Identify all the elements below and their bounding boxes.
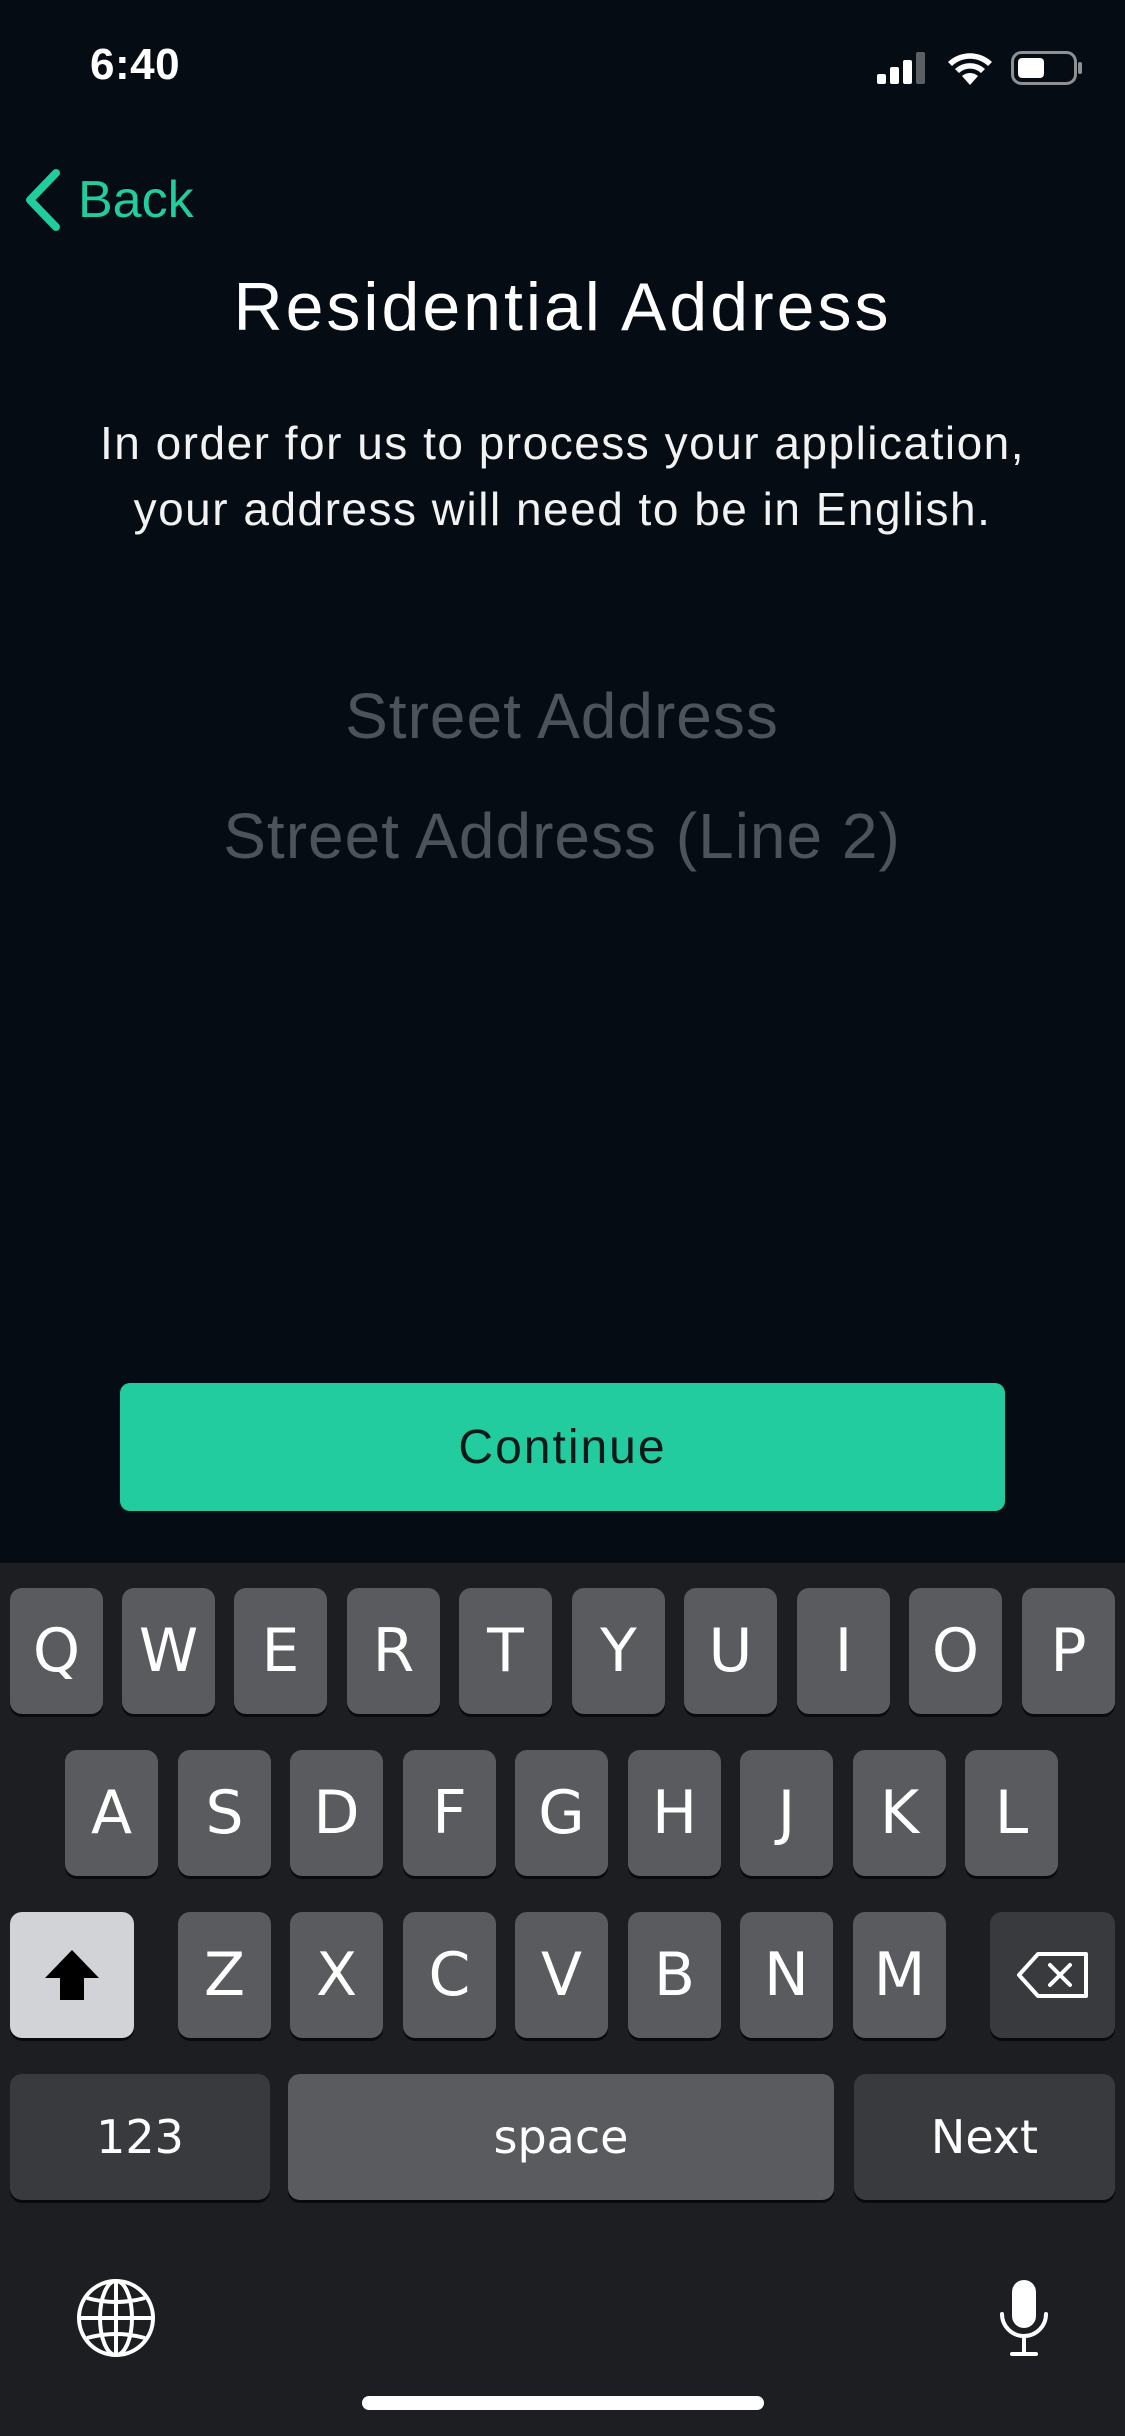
- page-title: Residential Address: [233, 269, 892, 345]
- back-label: Back: [78, 171, 194, 229]
- numbers-key[interactable]: 123: [10, 2074, 270, 2200]
- shift-arrow-icon: [45, 1950, 99, 2000]
- globe-icon[interactable]: [74, 2276, 158, 2360]
- key-q[interactable]: Q: [10, 1588, 103, 1714]
- key-p[interactable]: P: [1022, 1588, 1115, 1714]
- keyboard: Q W E R T Y U I O P A S D F G H J K L Z …: [0, 1563, 1125, 2436]
- cellular-signal-icon: [877, 52, 925, 84]
- street-address-line2-input[interactable]: [112, 786, 1012, 886]
- backspace-icon: [1016, 1952, 1088, 1998]
- key-k[interactable]: K: [853, 1750, 946, 1876]
- key-w[interactable]: W: [122, 1588, 215, 1714]
- page-description: In order for us to process your applicat…: [99, 417, 1026, 535]
- key-f[interactable]: F: [403, 1750, 496, 1876]
- delete-key[interactable]: [990, 1912, 1115, 2038]
- key-d[interactable]: D: [290, 1750, 383, 1876]
- shift-key[interactable]: [10, 1912, 134, 2038]
- status-time: 6:40: [90, 40, 181, 89]
- microphone-icon[interactable]: [996, 2278, 1052, 2358]
- key-h[interactable]: H: [628, 1750, 721, 1876]
- status-icons: [877, 48, 1083, 88]
- key-x[interactable]: X: [290, 1912, 383, 2038]
- key-y[interactable]: Y: [572, 1588, 665, 1714]
- key-g[interactable]: G: [515, 1750, 608, 1876]
- key-u[interactable]: U: [684, 1588, 777, 1714]
- chevron-left-icon: [26, 169, 60, 231]
- continue-button[interactable]: Continue: [120, 1383, 1005, 1511]
- key-o[interactable]: O: [909, 1588, 1002, 1714]
- next-key[interactable]: Next: [854, 2074, 1115, 2200]
- space-key[interactable]: space: [288, 2074, 834, 2200]
- key-i[interactable]: I: [797, 1588, 890, 1714]
- wifi-icon: [948, 53, 992, 85]
- battery-icon: [1011, 51, 1082, 85]
- key-v[interactable]: V: [515, 1912, 608, 2038]
- key-r[interactable]: R: [347, 1588, 440, 1714]
- key-c[interactable]: C: [403, 1912, 496, 2038]
- key-m[interactable]: M: [853, 1912, 946, 2038]
- key-t[interactable]: T: [459, 1588, 552, 1714]
- key-a[interactable]: A: [65, 1750, 158, 1876]
- key-n[interactable]: N: [740, 1912, 833, 2038]
- key-e[interactable]: E: [234, 1588, 327, 1714]
- key-j[interactable]: J: [740, 1750, 833, 1876]
- status-bar: 6:40: [0, 0, 1125, 132]
- back-button[interactable]: Back: [22, 160, 194, 240]
- key-z[interactable]: Z: [178, 1912, 271, 2038]
- home-indicator[interactable]: [362, 2396, 764, 2410]
- key-s[interactable]: S: [178, 1750, 271, 1876]
- street-address-input[interactable]: [112, 666, 1012, 766]
- key-b[interactable]: B: [628, 1912, 721, 2038]
- key-l[interactable]: L: [965, 1750, 1058, 1876]
